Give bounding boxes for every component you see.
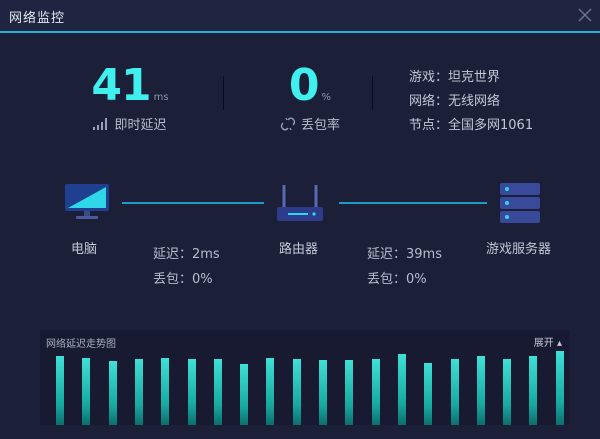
packet-loss-label: 丢包率 — [300, 118, 340, 133]
close-icon[interactable] — [576, 6, 594, 24]
link-line — [122, 202, 264, 204]
trend-bar — [319, 360, 327, 425]
router-server-loss: 丢包：0% — [367, 272, 427, 287]
router-server-latency: 延迟：39ms — [367, 247, 442, 262]
trend-bar — [292, 358, 301, 425]
trend-bar — [82, 357, 91, 425]
pc-label: 电脑 — [71, 242, 98, 257]
trend-bar — [161, 357, 170, 425]
title-bar: 网络监控 — [0, 0, 600, 33]
router-server-metrics: 延迟：39ms 丢包：0% — [367, 242, 442, 292]
divider — [372, 76, 373, 110]
divider — [223, 76, 224, 110]
trend-bar — [134, 359, 143, 425]
pc-router-latency: 延迟：2ms — [153, 247, 220, 262]
router-label: 路由器 — [279, 242, 319, 257]
network-info: 网络：无线网络 — [409, 94, 501, 109]
router-icon — [277, 185, 323, 221]
trend-bar — [371, 359, 380, 425]
monitor-icon — [65, 184, 109, 219]
broken-link-icon — [280, 117, 296, 130]
latency-stat: 41 ms 即时延迟 — [80, 60, 180, 133]
window-title: 网络监控 — [9, 11, 66, 26]
trend-bar — [213, 358, 222, 425]
packet-loss-stat: 0% 丢包率 — [260, 60, 360, 133]
trend-bar — [529, 356, 538, 425]
latency-label: 即时延迟 — [114, 118, 167, 133]
pc-router-loss: 丢包：0% — [153, 272, 213, 287]
trend-bar — [397, 353, 406, 425]
game-info: 游戏：坦克世界 — [409, 70, 501, 85]
trend-bars — [56, 345, 570, 425]
latency-unit: ms — [153, 92, 169, 103]
packet-loss-value: 0 — [288, 60, 320, 111]
node-info: 节点：全国多网1061 — [409, 118, 534, 133]
trend-bar — [555, 350, 564, 425]
trend-bar — [187, 358, 196, 425]
packet-loss-unit: % — [321, 92, 332, 103]
trend-bar — [476, 356, 485, 425]
server-icon — [500, 183, 540, 223]
trend-bar — [266, 357, 275, 425]
trend-bar — [503, 359, 512, 425]
connection-info: 游戏：坦克世界 网络：无线网络 节点：全国多网1061 — [409, 66, 533, 138]
trend-bar — [108, 361, 117, 425]
trend-bar — [240, 364, 249, 425]
trend-bar — [345, 360, 354, 425]
server-label: 游戏服务器 — [486, 242, 552, 257]
latency-trend-panel: 网络延迟走势图 展开 ▴ — [40, 330, 570, 425]
pc-router-metrics: 延迟：2ms 丢包：0% — [153, 242, 220, 292]
trend-bar — [450, 358, 459, 425]
signal-bars-icon — [93, 117, 108, 130]
link-line — [339, 202, 487, 204]
trend-bar — [424, 363, 433, 425]
latency-value: 41 — [91, 60, 151, 111]
trend-bar — [56, 356, 64, 425]
